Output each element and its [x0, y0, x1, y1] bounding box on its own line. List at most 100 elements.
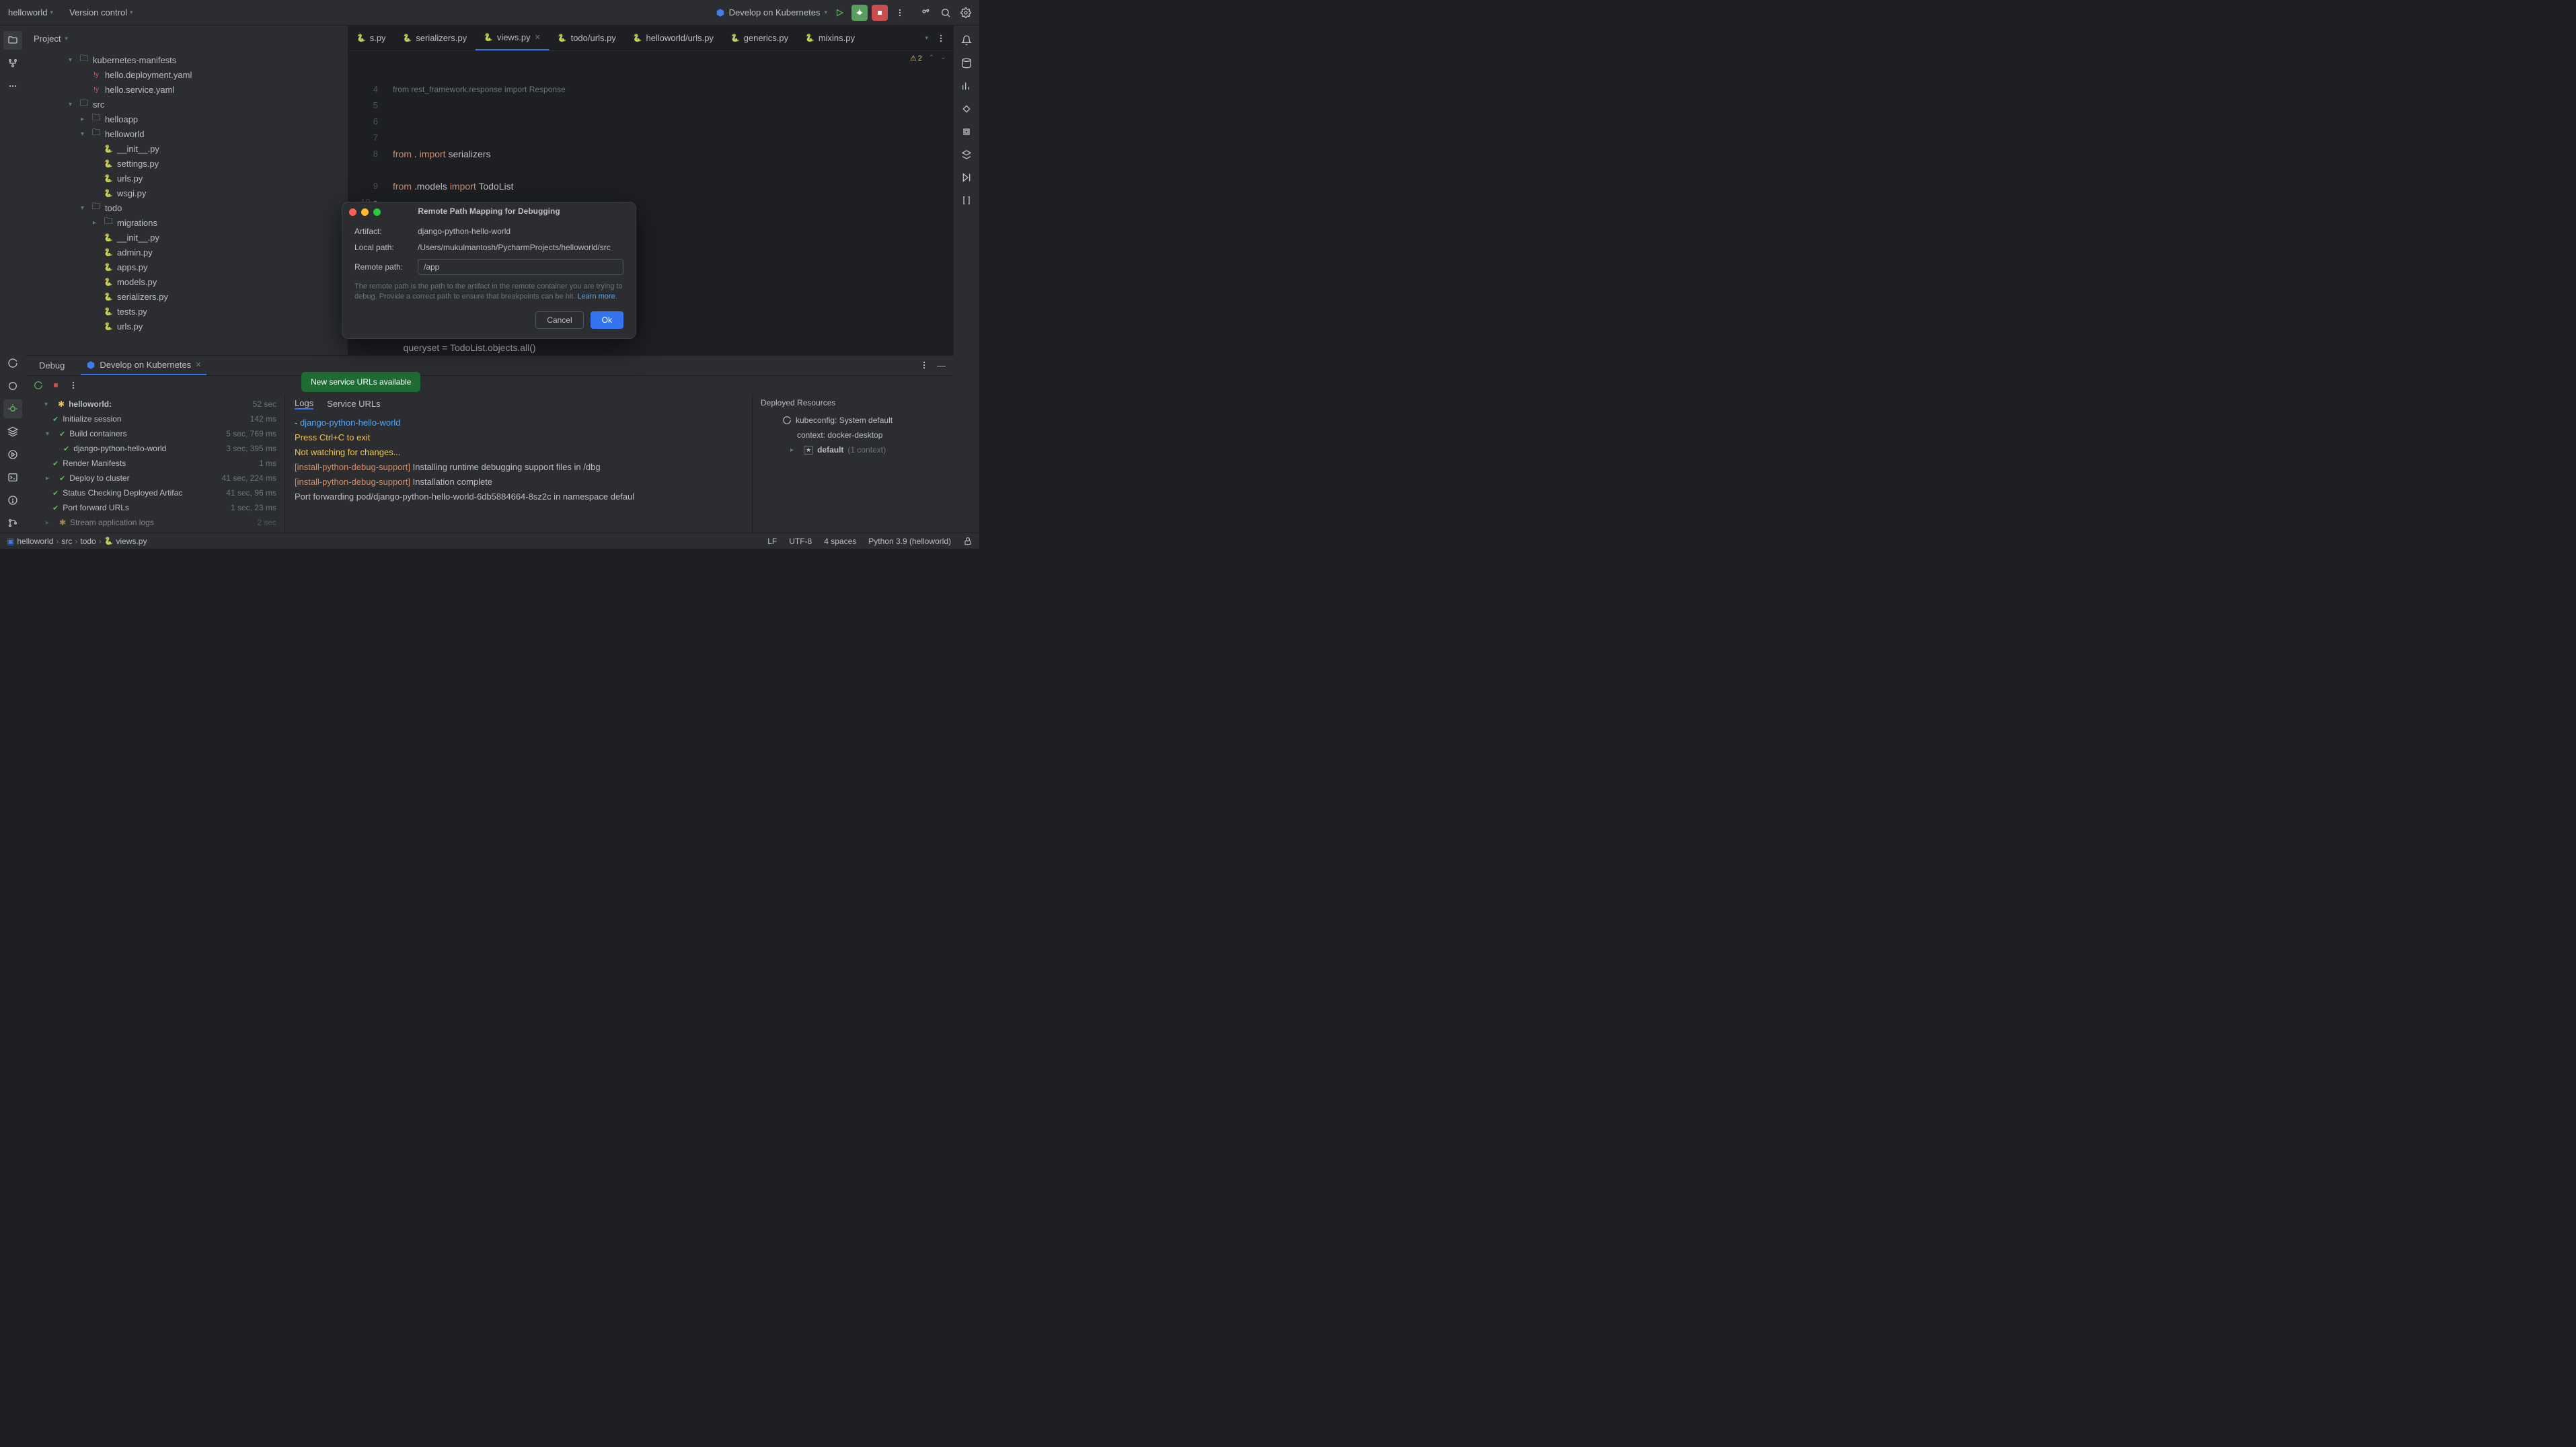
search-icon[interactable] [940, 7, 951, 18]
debug-task-row[interactable]: ▾✔Build containers5 sec, 769 ms [26, 426, 285, 441]
project-dropdown[interactable]: helloworld ▾ [8, 7, 53, 17]
tree-file[interactable]: !yhello.service.yaml [26, 82, 348, 97]
deployed-resource-row[interactable]: context: docker-desktop [761, 428, 946, 442]
tabs-dropdown-button[interactable]: ▾ [925, 34, 928, 42]
crumb[interactable]: todo [80, 537, 96, 546]
more-vertical-icon[interactable] [919, 360, 929, 370]
window-zoom-button[interactable] [373, 208, 381, 216]
line-separator-widget[interactable]: LF [767, 537, 777, 546]
stop-button[interactable] [872, 5, 888, 21]
tree-folder[interactable]: ▾🗀helloworld [26, 126, 348, 141]
tool-button-r4[interactable] [957, 168, 976, 187]
problems-button[interactable] [3, 491, 22, 510]
tree-file[interactable]: 🐍urls.py [26, 171, 348, 186]
tree-file[interactable]: 🐍__init__.py [26, 230, 348, 245]
database-button[interactable] [957, 54, 976, 73]
editor-tab[interactable]: 🐍serializers.py [395, 26, 476, 50]
collapse-button[interactable]: ⌃ [929, 54, 934, 63]
debug-tab-develop[interactable]: Develop on Kubernetes ✕ [81, 356, 206, 375]
more-vertical-icon[interactable] [69, 381, 78, 390]
tree-file[interactable]: 🐍wsgi.py [26, 186, 348, 200]
crumb[interactable]: src [61, 537, 72, 546]
more-vertical-icon[interactable] [936, 34, 946, 43]
debug-task-row[interactable]: ✔django-python-hello-world3 sec, 395 ms [26, 441, 285, 456]
editor-tab[interactable]: 🐍mixins.py [797, 26, 864, 50]
deployed-resource-row[interactable]: ▸★default (1 context) [761, 442, 946, 457]
tree-file[interactable]: 🐍tests.py [26, 304, 348, 319]
sciview-button[interactable] [957, 77, 976, 95]
remote-path-input[interactable] [418, 259, 623, 275]
tree-file[interactable]: 🐍settings.py [26, 156, 348, 171]
ok-button[interactable]: Ok [591, 311, 623, 329]
tool-button-r3[interactable] [957, 145, 976, 164]
tree-folder[interactable]: ▾🗀kubernetes-manifests [26, 52, 348, 67]
run-config-dropdown[interactable]: Develop on Kubernetes ▾ [716, 7, 827, 17]
debug-tool-button[interactable] [3, 399, 22, 418]
tree-folder[interactable]: ▸🗀migrations [26, 215, 348, 230]
deployed-resource-row[interactable]: kubeconfig: System default [761, 413, 946, 428]
window-close-button[interactable] [349, 208, 356, 216]
project-tool-button[interactable] [3, 31, 22, 50]
tree-file[interactable]: 🐍models.py [26, 274, 348, 289]
tree-folder[interactable]: ▾🗀src [26, 97, 348, 112]
python-packages-button[interactable] [3, 377, 22, 395]
rerun-icon[interactable] [34, 381, 43, 390]
more-tool-button[interactable] [3, 77, 22, 95]
debug-task-row[interactable]: ▸✱Stream application logs2 sec [26, 515, 285, 530]
vcs-dropdown[interactable]: Version control ▾ [69, 7, 133, 17]
minimize-button[interactable]: — [937, 360, 946, 370]
lock-icon[interactable] [963, 537, 973, 546]
breadcrumb[interactable]: ▣ helloworld› src› todo› 🐍 views.py [7, 537, 147, 546]
code-with-me-icon[interactable] [920, 7, 931, 18]
project-panel-header[interactable]: Project ▾ [26, 26, 348, 51]
run-button[interactable] [831, 5, 847, 21]
tree-file[interactable]: 🐍urls.py [26, 319, 348, 334]
crumb[interactable]: helloworld [17, 537, 53, 546]
more-actions-button[interactable] [892, 5, 908, 21]
tab-close-button[interactable]: ✕ [195, 360, 201, 369]
inspections-widget[interactable]: ⚠ 2 [910, 54, 922, 63]
run-tool-button[interactable] [3, 445, 22, 464]
debug-task-row[interactable]: ✔Port forward URLs1 sec, 23 ms [26, 500, 285, 515]
debug-task-row[interactable]: ✔Status Checking Deployed Artifac41 sec,… [26, 485, 285, 500]
debug-task-row[interactable]: ▸✔Deploy to cluster41 sec, 224 ms [26, 471, 285, 485]
project-tree[interactable]: ▾🗀kubernetes-manifests !yhello.deploymen… [26, 51, 348, 355]
learn-more-link[interactable]: Learn more [577, 292, 615, 301]
editor-tab[interactable]: 🐍s.py [348, 26, 395, 50]
editor-tab[interactable]: 🐍views.py✕ [476, 26, 550, 50]
interpreter-widget[interactable]: Python 3.9 (helloworld) [868, 537, 951, 546]
vcs-button[interactable] [3, 514, 22, 533]
window-minimize-button[interactable] [361, 208, 369, 216]
tree-file[interactable]: 🐍apps.py [26, 260, 348, 274]
tool-button-r5[interactable] [957, 191, 976, 210]
debug-tree[interactable]: ▾✱helloworld:52 sec ✔Initialize session1… [26, 394, 285, 533]
log-output[interactable]: - django-python-hello-world Press Ctrl+C… [285, 413, 752, 533]
tree-folder[interactable]: ▸🗀helloapp [26, 112, 348, 126]
debug-task-row[interactable]: ▾✱helloworld:52 sec [26, 397, 285, 412]
debug-button[interactable] [851, 5, 868, 21]
tree-file[interactable]: 🐍admin.py [26, 245, 348, 260]
tree-file[interactable]: 🐍__init__.py [26, 141, 348, 156]
debug-task-row[interactable]: ✔Render Manifests1 ms [26, 456, 285, 471]
encoding-widget[interactable]: UTF-8 [789, 537, 812, 546]
debug-tab-debug[interactable]: Debug [34, 356, 70, 375]
indent-widget[interactable]: 4 spaces [824, 537, 856, 546]
services-button[interactable] [3, 422, 22, 441]
editor-tab[interactable]: 🐍helloworld/urls.py [625, 26, 722, 50]
terminal-button[interactable] [3, 468, 22, 487]
notifications-button[interactable] [957, 31, 976, 50]
settings-icon[interactable] [960, 7, 971, 18]
log-tab-logs[interactable]: Logs [295, 398, 313, 409]
tool-button-1[interactable] [3, 354, 22, 373]
cancel-button[interactable]: Cancel [535, 311, 583, 329]
editor-tab[interactable]: 🐍todo/urls.py [550, 26, 625, 50]
stop-icon[interactable] [51, 381, 61, 390]
tool-button-r1[interactable] [957, 100, 976, 118]
structure-tool-button[interactable] [3, 54, 22, 73]
tree-file[interactable]: 🐍serializers.py [26, 289, 348, 304]
editor-tab[interactable]: 🐍generics.py [722, 26, 797, 50]
tab-close-button[interactable]: ✕ [535, 33, 541, 42]
log-tab-service-urls[interactable]: Service URLs [327, 399, 380, 409]
tree-folder[interactable]: ▾🗀todo [26, 200, 348, 215]
tree-file[interactable]: !yhello.deployment.yaml [26, 67, 348, 82]
